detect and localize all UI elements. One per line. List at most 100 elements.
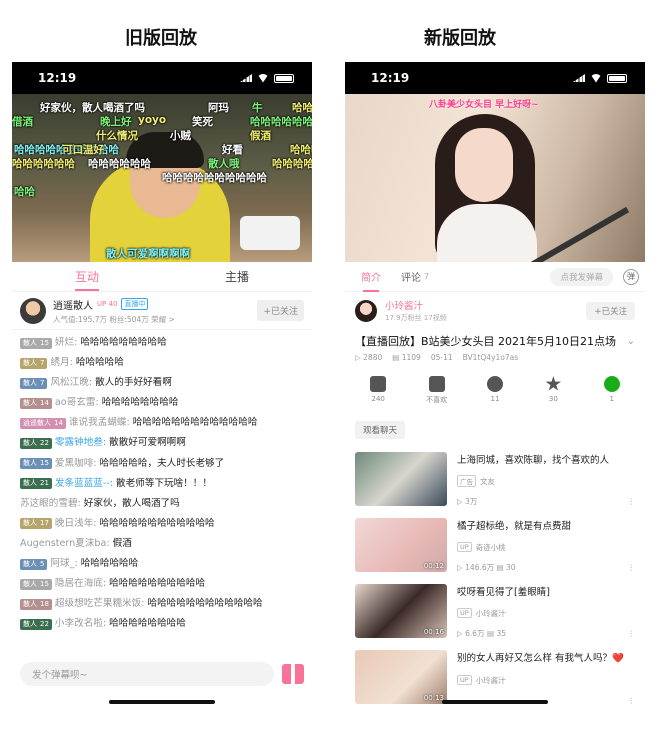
chat-text: 哈哈哈哈哈哈哈哈哈 bbox=[80, 337, 167, 348]
chat-text: 散散好可爱啊啊啊 bbox=[109, 437, 186, 449]
watch-chat-button[interactable]: 观看聊天 bbox=[355, 421, 406, 439]
chat-username[interactable]: Augenstern夏沫ba: bbox=[20, 534, 110, 554]
chat-username[interactable]: 超级想吃芒果糯米饭: bbox=[55, 594, 145, 614]
fan-medal-badge: 散人 5 bbox=[20, 558, 48, 570]
chat-username[interactable]: 爱黑咖啡: bbox=[55, 454, 97, 474]
fan-medal-badge: 散人 22 bbox=[20, 618, 52, 630]
chat-message[interactable]: 散人 7 风松江晚: 散人的手好好看啊 bbox=[20, 373, 304, 393]
thumbs-down-button[interactable]: 不喜欢 bbox=[417, 376, 457, 405]
chat-text: 假酒 bbox=[112, 537, 132, 549]
anchor-name: 逍遥散人 bbox=[53, 300, 93, 312]
chat-text: 哈哈哈哈哈，夫人时长老够了 bbox=[99, 457, 225, 469]
chat-username[interactable]: 阿球_: bbox=[50, 554, 77, 574]
gift-icon[interactable] bbox=[282, 664, 304, 684]
thumbs-up-icon bbox=[370, 376, 387, 392]
avatar[interactable] bbox=[20, 297, 46, 324]
video-thumbnail[interactable] bbox=[355, 452, 447, 506]
chat-message[interactable]: 散人 22 小李改名啦: 哈哈哈哈哈哈哈哈 bbox=[20, 614, 304, 634]
danmaku-text: 哈哈 bbox=[292, 102, 312, 114]
danmaku-text: 散人哦 bbox=[208, 158, 240, 170]
uploader-stats: 17.9万粉丝 17视频 bbox=[385, 314, 447, 322]
old-replay-phone: 12:19 好家伙，散人喝酒了吗 阿玛牛哈哈 借酒 晚上好 yoyo 笑死 哈哈哈哈哈哈 什么… bbox=[12, 62, 312, 710]
coin-button[interactable]: 11 bbox=[475, 376, 515, 405]
danmaku-toggle-icon[interactable]: 弹 bbox=[623, 268, 639, 285]
chat-list[interactable]: 散人 15 妍烂: 哈哈哈哈哈哈哈哈哈 散人 7 绣月: 哈哈哈哈哈 散人 7 风松江晚: 散人的手好… bbox=[12, 330, 312, 637]
wechat-share-button[interactable]: 1 bbox=[592, 376, 632, 405]
uploader-name[interactable]: 小玲酱汁 bbox=[385, 298, 447, 312]
chat-message[interactable]: 散人 15 爱黑咖啡: 哈哈哈哈哈，夫人时长老够了 bbox=[20, 454, 304, 474]
chat-username[interactable]: 零露钟地叁: bbox=[55, 433, 106, 453]
chat-username[interactable]: 晚日浅年: bbox=[55, 514, 97, 534]
danmaku-text: 哈哈哈哈哈 bbox=[272, 158, 312, 170]
tab-bar: 互动 主播 bbox=[12, 262, 312, 292]
danmaku-input[interactable]: 发个弹幕呗~ bbox=[20, 662, 274, 686]
danmaku-text: 哈哈哈哈哈哈 bbox=[88, 158, 151, 170]
video-duration: 00:13 bbox=[423, 694, 444, 702]
recommended-video[interactable]: 上海同城，喜欢陈聊，找个喜欢的人 广告 文友 ▷ 3万 ⋮ bbox=[345, 447, 645, 513]
avatar[interactable] bbox=[355, 299, 377, 322]
chat-message[interactable]: 散人 14 ao哥玄雷: 哈哈哈哈哈哈哈哈 bbox=[20, 393, 304, 413]
chat-message[interactable]: 逍遥散人 14 谁说我孟蝴蝶: 哈哈哈哈哈哈哈哈哈哈哈哈哈 bbox=[20, 413, 304, 433]
video-duration: 00:12 bbox=[423, 562, 444, 570]
more-options-icon[interactable]: ⋮ bbox=[628, 629, 636, 638]
tab-comments[interactable]: 评论 7 bbox=[391, 262, 439, 292]
more-options-icon[interactable]: ⋮ bbox=[628, 497, 636, 506]
fan-medal-badge: 散人 18 bbox=[20, 598, 52, 610]
danmaku-text: 哈哈 bbox=[14, 186, 35, 198]
anchor-info: 逍遥散人 UP 40 直播中 人气值:195.7万 粉丝:504万 荣耀 > +… bbox=[12, 292, 312, 330]
uploader-icon: UP bbox=[457, 608, 472, 618]
chat-username[interactable]: ao哥玄雷: bbox=[55, 393, 99, 413]
chat-message[interactable]: 散人 18 超级想吃芒果糯米饭: 哈哈哈哈哈哈哈哈哈哈哈哈 bbox=[20, 594, 304, 614]
chat-message[interactable]: 散人 21 发条蓝蓝蓝--: 散老师等下玩啥！！！ bbox=[20, 474, 304, 494]
chevron-down-icon[interactable]: ⌄ bbox=[627, 336, 635, 347]
chat-username[interactable]: 发条蓝蓝蓝--: bbox=[55, 474, 113, 494]
tab-bar: 简介 评论 7 点我发弹幕 弹 bbox=[345, 262, 645, 292]
bvid: BV1tQ4y1o7as bbox=[462, 353, 519, 362]
follow-button[interactable]: +已关注 bbox=[586, 301, 635, 320]
tab-anchor[interactable]: 主播 bbox=[162, 262, 312, 291]
follow-button[interactable]: +已关注 bbox=[257, 300, 304, 321]
recommended-video[interactable]: 00:12 橘子超标绝，就是有点费甜 UP 奇迹小桃 ▷ 146.6万 ▤ 30 ⋮ bbox=[345, 513, 645, 579]
recommended-video[interactable]: 00:16 哎呀看见得了[羞眼睛] UP 小玲酱汁 ▷ 6.6万 ▤ 35 ⋮ bbox=[345, 579, 645, 645]
chat-username[interactable]: 苏这眼的雪碧: bbox=[20, 494, 81, 514]
video-player[interactable]: 好家伙，散人喝酒了吗 阿玛牛哈哈 借酒 晚上好 yoyo 笑死 哈哈哈哈哈哈 什么情况 小贼 假酒… bbox=[12, 94, 312, 262]
chat-text: 哈哈哈哈哈哈哈哈 bbox=[101, 397, 179, 409]
chat-message[interactable]: 散人 22 零露钟地叁: 散散好可爱啊啊啊 bbox=[20, 433, 304, 453]
recommended-title: 哎呀看见得了[羞眼睛] bbox=[457, 587, 550, 598]
chat-message[interactable]: 散人 15 隐居在海底: 哈哈哈哈哈哈哈哈哈哈 bbox=[20, 574, 304, 594]
more-options-icon[interactable]: ⋮ bbox=[628, 563, 636, 572]
tab-intro[interactable]: 简介 bbox=[351, 262, 391, 292]
chat-message[interactable]: 散人 5 阿球_: 哈哈哈哈哈哈 bbox=[20, 554, 304, 574]
recommended-title: 橘子超标绝，就是有点费甜 bbox=[457, 521, 572, 532]
chat-username[interactable]: 风松江晚: bbox=[50, 373, 92, 393]
video-overlay-text: 八卦美少女头目 早上好呀~ bbox=[429, 100, 539, 110]
danmaku-text: 哈哈哈哈哈 bbox=[290, 144, 312, 156]
danmaku-text: yoyo bbox=[138, 114, 167, 126]
tab-interaction[interactable]: 互动 bbox=[12, 262, 162, 291]
chat-username[interactable]: 谁说我孟蝴蝶: bbox=[69, 413, 130, 433]
fan-medal-badge: 散人 15 bbox=[20, 337, 52, 349]
chat-username[interactable]: 隐居在海底: bbox=[55, 574, 106, 594]
battery-icon bbox=[274, 73, 294, 83]
star-button[interactable]: 30 bbox=[533, 376, 573, 405]
danmaku-text: 晚上好 bbox=[100, 116, 132, 128]
status-bar: 12:19 bbox=[345, 62, 645, 94]
danmaku-input[interactable]: 点我发弹幕 bbox=[550, 267, 613, 286]
chat-message[interactable]: 散人 7 绣月: 哈哈哈哈哈 bbox=[20, 353, 304, 373]
more-options-icon[interactable]: ⋮ bbox=[628, 696, 636, 705]
danmaku-text: 好看 bbox=[222, 144, 243, 156]
fan-medal-badge: 逍遥散人 14 bbox=[20, 417, 66, 429]
video-thumbnail[interactable]: 00:13 bbox=[355, 650, 447, 704]
video-thumbnail[interactable]: 00:12 bbox=[355, 518, 447, 572]
chat-message[interactable]: 散人 15 妍烂: 哈哈哈哈哈哈哈哈哈 bbox=[20, 333, 304, 353]
chat-message[interactable]: 散人 17 晚日浅年: 哈哈哈哈哈哈哈哈哈哈哈哈 bbox=[20, 514, 304, 534]
chat-text: 散老师等下玩啥！！！ bbox=[116, 477, 212, 489]
chat-username[interactable]: 小李改名啦: bbox=[55, 614, 106, 634]
thumbs-up-button[interactable]: 240 bbox=[358, 376, 398, 405]
video-thumbnail[interactable]: 00:16 bbox=[355, 584, 447, 638]
chat-message[interactable]: Augenstern夏沫ba: 假酒 bbox=[20, 534, 304, 554]
chat-message[interactable]: 苏这眼的雪碧: 好家伙，散人喝酒了吗 bbox=[20, 494, 304, 514]
video-player[interactable]: 八卦美少女头目 早上好呀~ bbox=[345, 94, 645, 262]
chat-username[interactable]: 绣月: bbox=[50, 353, 72, 373]
chat-username[interactable]: 妍烂: bbox=[55, 333, 77, 353]
